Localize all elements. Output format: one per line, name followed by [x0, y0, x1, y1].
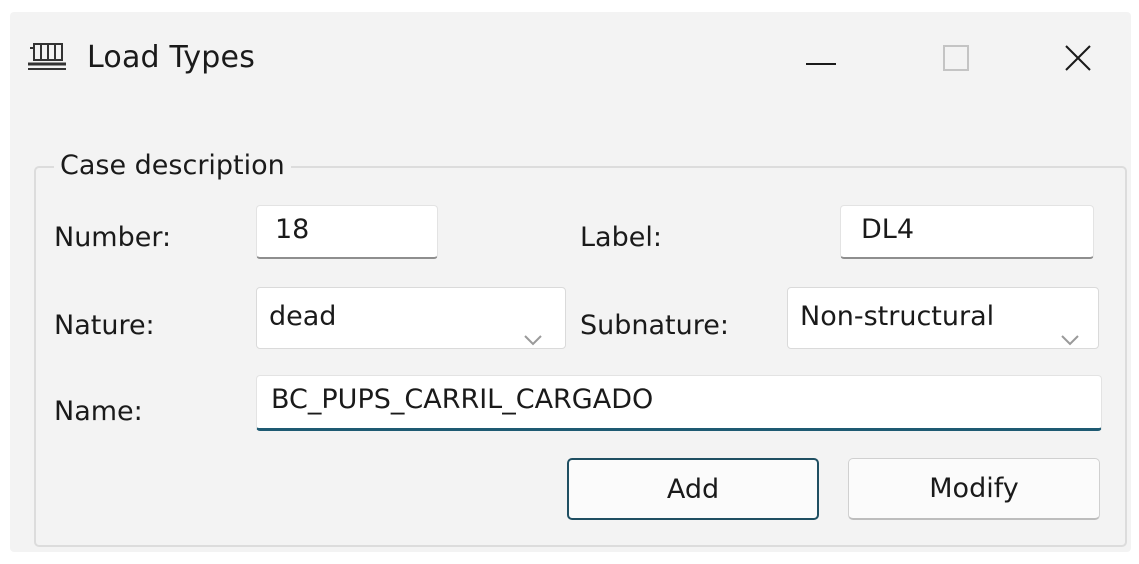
- close-button[interactable]: [1050, 32, 1106, 88]
- number-field[interactable]: 18: [256, 205, 438, 259]
- chevron-down-icon: [523, 310, 543, 346]
- window-title: Load Types: [87, 40, 256, 75]
- modify-button[interactable]: Modify: [848, 458, 1100, 520]
- name-field[interactable]: BC_PUPS_CARRIL_CARGADO: [256, 375, 1102, 431]
- minimize-button[interactable]: [793, 32, 849, 88]
- chevron-down-icon: [1060, 310, 1080, 346]
- label-label: Label:: [580, 222, 662, 253]
- subnature-select[interactable]: Non-structural: [787, 287, 1099, 349]
- title-bar[interactable]: Load Types: [10, 12, 1131, 108]
- maximize-icon: [943, 45, 969, 75]
- add-button[interactable]: Add: [567, 458, 819, 520]
- nature-selected-value: dead: [269, 301, 337, 332]
- minimize-icon: [806, 51, 836, 70]
- subnature-label: Subnature:: [580, 310, 729, 341]
- close-icon: [1064, 44, 1092, 76]
- nature-select[interactable]: dead: [256, 287, 566, 349]
- modify-button-label: Modify: [929, 473, 1019, 504]
- label-field[interactable]: DL4: [840, 205, 1094, 259]
- add-button-label: Add: [666, 473, 720, 505]
- nature-label: Nature:: [54, 310, 155, 341]
- case-description-title: Case description: [54, 150, 291, 181]
- subnature-selected-value: Non-structural: [800, 301, 995, 332]
- load-types-icon: [26, 38, 68, 72]
- maximize-button[interactable]: [928, 32, 984, 88]
- load-types-window: Load Types Case description Number: 18 L…: [10, 12, 1131, 552]
- number-label: Number:: [54, 222, 172, 253]
- name-label: Name:: [54, 396, 143, 427]
